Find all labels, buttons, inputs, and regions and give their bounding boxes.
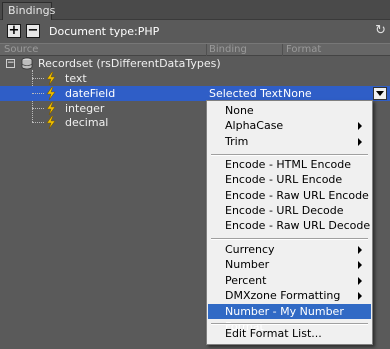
field-label: text xyxy=(65,72,87,85)
submenu-arrow-icon xyxy=(358,122,362,130)
binding-value: Selected Text xyxy=(209,87,283,100)
menu-item-label: Edit Format List... xyxy=(225,327,322,340)
tree-connector xyxy=(32,93,44,94)
menu-item-alphacase[interactable]: AlphaCase xyxy=(208,118,371,133)
tree-connector xyxy=(32,122,44,123)
field-label: dateField xyxy=(65,87,116,100)
add-binding-button[interactable]: + xyxy=(7,24,21,38)
collapse-icon[interactable]: − xyxy=(6,59,15,68)
format-menu: None AlphaCase Trim Encode - HTML Encode… xyxy=(206,100,373,345)
menu-item-label: Encode - HTML Encode xyxy=(225,158,351,171)
submenu-arrow-icon xyxy=(358,261,362,269)
menu-separator xyxy=(211,323,368,325)
menu-item-label: Trim xyxy=(225,135,249,148)
column-divider[interactable] xyxy=(282,44,283,56)
chevron-down-icon xyxy=(376,91,384,96)
field-label: decimal xyxy=(65,116,109,129)
database-icon xyxy=(21,57,33,70)
menu-item-trim[interactable]: Trim xyxy=(208,134,371,149)
menu-item-number[interactable]: Number xyxy=(208,257,371,272)
menu-item-my-number-format[interactable]: Number - My Number Format xyxy=(208,304,371,333)
format-dropdown-button[interactable] xyxy=(373,87,387,100)
submenu-arrow-icon xyxy=(358,138,362,146)
refresh-icon[interactable]: ↻ xyxy=(375,23,386,38)
column-divider[interactable] xyxy=(206,44,207,56)
submenu-arrow-icon xyxy=(358,277,362,285)
menu-item-label: Encode - Raw URL Encode xyxy=(225,189,369,202)
lightning-bolt-icon xyxy=(46,102,56,115)
menu-separator xyxy=(211,238,368,240)
menu-item-label: Percent xyxy=(225,274,267,287)
recordset-label: Recordset (rsDifferentDataTypes) xyxy=(38,57,221,70)
bindings-panel: Bindings + − Document type:PHP ↻ Source … xyxy=(0,0,390,349)
tree-connector xyxy=(32,78,44,79)
menu-item-label: DMXzone Formatting xyxy=(225,289,341,302)
field-label: integer xyxy=(65,102,105,115)
panel-tab-bar: Bindings xyxy=(0,0,390,20)
menu-item-encode-url[interactable]: Encode - URL Encode xyxy=(208,172,371,187)
document-type-label: Document type:PHP xyxy=(49,25,160,38)
menu-separator xyxy=(211,154,368,156)
format-value[interactable]: None xyxy=(283,86,312,101)
menu-item-label: Encode - Raw URL Decode xyxy=(225,219,371,232)
menu-item-raw-url-decode[interactable]: Encode - Raw URL Decode xyxy=(208,218,371,233)
menu-item-encode-raw-url[interactable]: Encode - Raw URL Encode xyxy=(208,188,371,203)
menu-item-url-decode[interactable]: Encode - URL Decode xyxy=(208,203,371,218)
menu-item-encode-html[interactable]: Encode - HTML Encode xyxy=(208,157,371,172)
menu-item-edit-format-list[interactable]: Edit Format List... xyxy=(208,326,371,341)
lightning-bolt-icon xyxy=(46,116,56,129)
lightning-bolt-icon xyxy=(46,87,56,100)
menu-item-label: Encode - URL Decode xyxy=(225,204,344,217)
column-header: Source Binding Format xyxy=(0,43,390,56)
menu-item-label: Number xyxy=(225,258,270,271)
recordset-row[interactable]: − Recordset (rsDifferentDataTypes) xyxy=(0,56,390,71)
tree-connector xyxy=(32,108,44,109)
lightning-bolt-icon xyxy=(46,72,56,85)
column-source[interactable]: Source xyxy=(4,44,38,55)
menu-item-dmxzone-formatting[interactable]: DMXzone Formatting xyxy=(208,288,371,303)
menu-item-currency[interactable]: Currency xyxy=(208,242,371,257)
field-row-datefield[interactable]: dateField Selected Text None xyxy=(0,86,390,101)
submenu-arrow-icon xyxy=(358,292,362,300)
panel-toolbar: + − Document type:PHP ↻ xyxy=(0,21,390,43)
menu-item-none[interactable]: None xyxy=(208,103,371,118)
column-format[interactable]: Format xyxy=(286,44,321,55)
column-binding[interactable]: Binding xyxy=(209,44,247,55)
menu-item-label: None xyxy=(225,104,254,117)
menu-item-label: AlphaCase xyxy=(225,119,284,132)
menu-item-percent[interactable]: Percent xyxy=(208,273,371,288)
tab-bindings[interactable]: Bindings xyxy=(2,2,55,20)
remove-binding-button[interactable]: − xyxy=(26,24,40,38)
menu-item-label: Encode - URL Encode xyxy=(225,173,343,186)
field-row-text[interactable]: text xyxy=(0,71,390,86)
submenu-arrow-icon xyxy=(358,246,362,254)
menu-item-label: Currency xyxy=(225,243,275,256)
